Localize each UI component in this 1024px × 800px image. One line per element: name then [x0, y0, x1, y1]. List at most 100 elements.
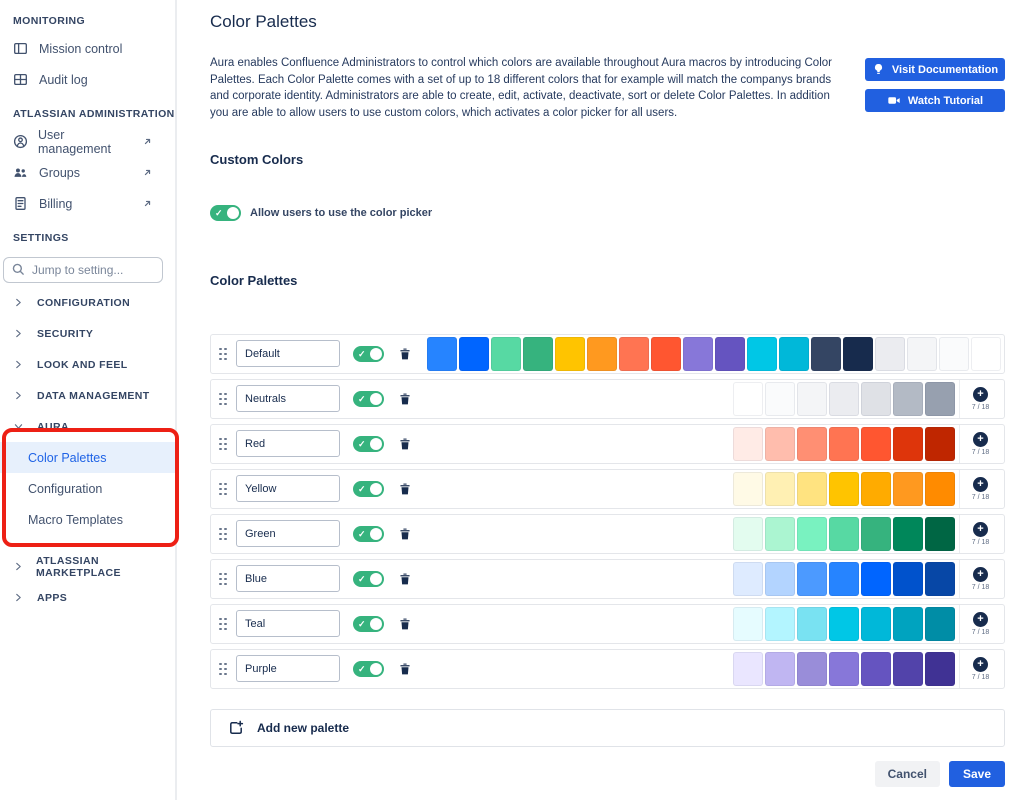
- color-swatch[interactable]: [459, 337, 489, 371]
- sidebar-group-look-and-feel[interactable]: LOOK AND FEEL: [13, 349, 175, 380]
- color-swatch[interactable]: [893, 652, 923, 686]
- color-swatch[interactable]: [893, 517, 923, 551]
- palette-enabled-toggle[interactable]: ✓: [353, 616, 384, 632]
- palette-enabled-toggle[interactable]: ✓: [353, 571, 384, 587]
- color-swatch[interactable]: [797, 562, 827, 596]
- color-swatch[interactable]: [861, 382, 891, 416]
- add-color-button[interactable]: +7 / 18: [959, 515, 1001, 553]
- color-swatch[interactable]: [651, 337, 681, 371]
- drag-handle-icon[interactable]: [219, 528, 227, 540]
- drag-handle-icon[interactable]: [219, 438, 227, 450]
- trash-icon[interactable]: [398, 617, 412, 631]
- sidebar-item-mission-control[interactable]: Mission control: [13, 33, 175, 64]
- color-swatch[interactable]: [861, 652, 891, 686]
- color-swatch[interactable]: [797, 427, 827, 461]
- color-swatch[interactable]: [925, 652, 955, 686]
- sidebar-group-security[interactable]: SECURITY: [13, 318, 175, 349]
- color-swatch[interactable]: [925, 562, 955, 596]
- color-swatch[interactable]: [619, 337, 649, 371]
- palette-enabled-toggle[interactable]: ✓: [353, 436, 384, 452]
- color-swatch[interactable]: [829, 607, 859, 641]
- palette-name-input[interactable]: [236, 655, 340, 682]
- palette-name-input[interactable]: [236, 475, 340, 502]
- drag-handle-icon[interactable]: [219, 618, 227, 630]
- color-swatch[interactable]: [893, 607, 923, 641]
- save-button[interactable]: Save: [949, 761, 1005, 787]
- color-swatch[interactable]: [811, 337, 841, 371]
- color-swatch[interactable]: [893, 427, 923, 461]
- trash-icon[interactable]: [398, 482, 412, 496]
- sidebar-group-configuration[interactable]: CONFIGURATION: [13, 287, 175, 318]
- search-input[interactable]: [3, 257, 163, 283]
- color-swatch[interactable]: [733, 652, 763, 686]
- color-swatch[interactable]: [765, 517, 795, 551]
- sidebar-item-configuration[interactable]: Configuration: [0, 473, 175, 504]
- color-swatch[interactable]: [893, 562, 923, 596]
- color-swatch[interactable]: [861, 517, 891, 551]
- color-swatch[interactable]: [861, 607, 891, 641]
- sidebar-item-color-palettes[interactable]: Color Palettes: [0, 442, 175, 473]
- color-swatch[interactable]: [829, 472, 859, 506]
- trash-icon[interactable]: [398, 392, 412, 406]
- trash-icon[interactable]: [398, 662, 412, 676]
- color-swatch[interactable]: [587, 337, 617, 371]
- palette-name-input[interactable]: [236, 610, 340, 637]
- watch-tutorial-button[interactable]: Watch Tutorial: [865, 89, 1005, 112]
- palette-enabled-toggle[interactable]: ✓: [353, 346, 384, 362]
- color-swatch[interactable]: [797, 382, 827, 416]
- color-swatch[interactable]: [765, 427, 795, 461]
- sidebar-group-aura[interactable]: AURA: [13, 411, 175, 442]
- color-swatch[interactable]: [829, 517, 859, 551]
- palette-name-input[interactable]: [236, 430, 340, 457]
- add-color-button[interactable]: +7 / 18: [959, 425, 1001, 463]
- drag-handle-icon[interactable]: [219, 483, 227, 495]
- color-swatch[interactable]: [765, 382, 795, 416]
- color-swatch[interactable]: [765, 652, 795, 686]
- color-swatch[interactable]: [829, 562, 859, 596]
- palette-name-input[interactable]: [236, 340, 340, 367]
- color-swatch[interactable]: [925, 472, 955, 506]
- sidebar-item-billing[interactable]: Billing: [13, 188, 175, 219]
- color-swatch[interactable]: [893, 472, 923, 506]
- color-swatch[interactable]: [797, 472, 827, 506]
- color-swatch[interactable]: [683, 337, 713, 371]
- cancel-button[interactable]: Cancel: [875, 761, 940, 787]
- sidebar-group-data-management[interactable]: DATA MANAGEMENT: [13, 380, 175, 411]
- add-color-button[interactable]: +7 / 18: [959, 470, 1001, 508]
- color-swatch[interactable]: [861, 562, 891, 596]
- color-swatch[interactable]: [491, 337, 521, 371]
- color-swatch[interactable]: [427, 337, 457, 371]
- drag-handle-icon[interactable]: [219, 393, 227, 405]
- color-swatch[interactable]: [925, 382, 955, 416]
- visit-documentation-button[interactable]: Visit Documentation: [865, 58, 1005, 81]
- palette-enabled-toggle[interactable]: ✓: [353, 661, 384, 677]
- add-color-button[interactable]: +7 / 18: [959, 380, 1001, 418]
- color-swatch[interactable]: [875, 337, 905, 371]
- color-swatch[interactable]: [829, 427, 859, 461]
- palette-enabled-toggle[interactable]: ✓: [353, 526, 384, 542]
- color-swatch[interactable]: [765, 562, 795, 596]
- color-swatch[interactable]: [733, 607, 763, 641]
- color-swatch[interactable]: [765, 607, 795, 641]
- color-swatch[interactable]: [907, 337, 937, 371]
- color-swatch[interactable]: [939, 337, 969, 371]
- color-swatch[interactable]: [715, 337, 745, 371]
- color-swatch[interactable]: [765, 472, 795, 506]
- color-swatch[interactable]: [733, 427, 763, 461]
- sidebar-item-audit-log[interactable]: Audit log: [13, 64, 175, 95]
- trash-icon[interactable]: [398, 437, 412, 451]
- color-swatch[interactable]: [861, 472, 891, 506]
- add-color-button[interactable]: +7 / 18: [959, 605, 1001, 643]
- trash-icon[interactable]: [398, 527, 412, 541]
- add-color-button[interactable]: +7 / 18: [959, 560, 1001, 598]
- color-swatch[interactable]: [747, 337, 777, 371]
- drag-handle-icon[interactable]: [219, 348, 227, 360]
- drag-handle-icon[interactable]: [219, 663, 227, 675]
- drag-handle-icon[interactable]: [219, 573, 227, 585]
- palette-name-input[interactable]: [236, 385, 340, 412]
- color-swatch[interactable]: [733, 472, 763, 506]
- sidebar-item-user-management[interactable]: User management: [13, 126, 175, 157]
- color-swatch[interactable]: [797, 517, 827, 551]
- trash-icon[interactable]: [398, 347, 412, 361]
- color-swatch[interactable]: [797, 652, 827, 686]
